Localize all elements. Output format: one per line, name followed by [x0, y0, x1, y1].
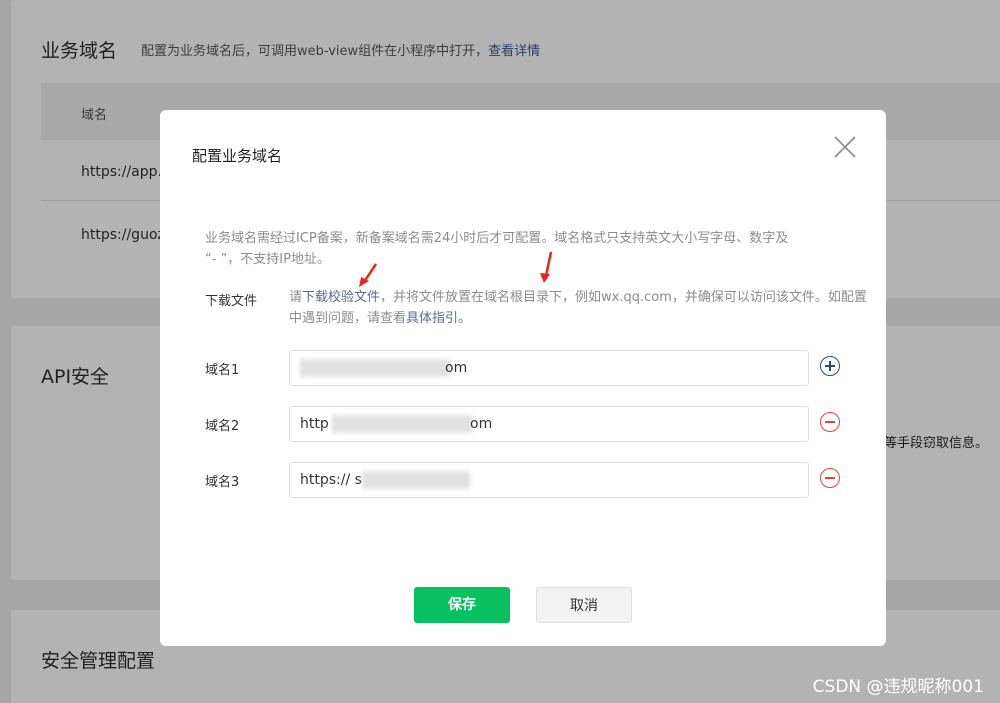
- watermark: CSDN @违规昵称001: [812, 677, 984, 697]
- domain-3-label: 域名3: [205, 475, 240, 490]
- column-header-domain: 域名: [81, 108, 108, 123]
- remove-domain-icon[interactable]: [820, 468, 840, 488]
- api-security-side-text: 等手段窃取信息。: [884, 436, 989, 451]
- dialog-title: 配置业务域名: [192, 147, 283, 165]
- redacted-text: [362, 471, 470, 489]
- configure-domain-dialog: 配置业务域名 业务域名需经过ICP备案，新备案域名需24小时后才可配置。域名格式…: [160, 110, 886, 646]
- annotation-arrow-icon: [540, 251, 553, 283]
- download-verification-file-link[interactable]: 下载校验文件: [302, 290, 380, 305]
- section-title-api-security: API安全: [41, 366, 110, 388]
- domain-2-label: 域名2: [205, 419, 240, 434]
- section-title-security-management: 安全管理配置: [41, 650, 156, 672]
- remove-domain-icon[interactable]: [820, 412, 840, 432]
- redacted-text: [332, 415, 472, 433]
- domain-requirements-notice: 业务域名需经过ICP备案，新备案域名需24小时后才可配置。域名格式只支持英文大小…: [205, 231, 789, 267]
- save-button[interactable]: 保存: [414, 587, 510, 623]
- download-instructions: 请下载校验文件，并将文件放置在域名根目录下，例如wx.qq.com，并确保可以访…: [289, 290, 867, 326]
- table-row: https://app.: [81, 164, 162, 180]
- table-row: https://guoz: [81, 227, 165, 243]
- redacted-text: [300, 359, 450, 377]
- add-domain-icon[interactable]: [820, 356, 840, 376]
- cancel-button[interactable]: 取消: [536, 587, 632, 623]
- section-description: 配置为业务域名后，可调用web-view组件在小程序中打开，查看详情: [141, 44, 541, 59]
- domain-2-input[interactable]: http om: [289, 406, 809, 442]
- specific-guide-link[interactable]: 具体指引: [406, 311, 458, 326]
- annotation-arrow-icon: [359, 263, 378, 287]
- download-file-label: 下载文件: [205, 294, 258, 309]
- section-title-business-domain: 业务域名: [41, 40, 118, 62]
- close-icon[interactable]: [832, 134, 858, 160]
- domain-3-input[interactable]: https:// s: [289, 462, 809, 498]
- view-details-link[interactable]: 查看详情: [488, 44, 540, 59]
- domain-1-label: 域名1: [205, 363, 240, 378]
- domain-1-input[interactable]: om: [289, 350, 809, 386]
